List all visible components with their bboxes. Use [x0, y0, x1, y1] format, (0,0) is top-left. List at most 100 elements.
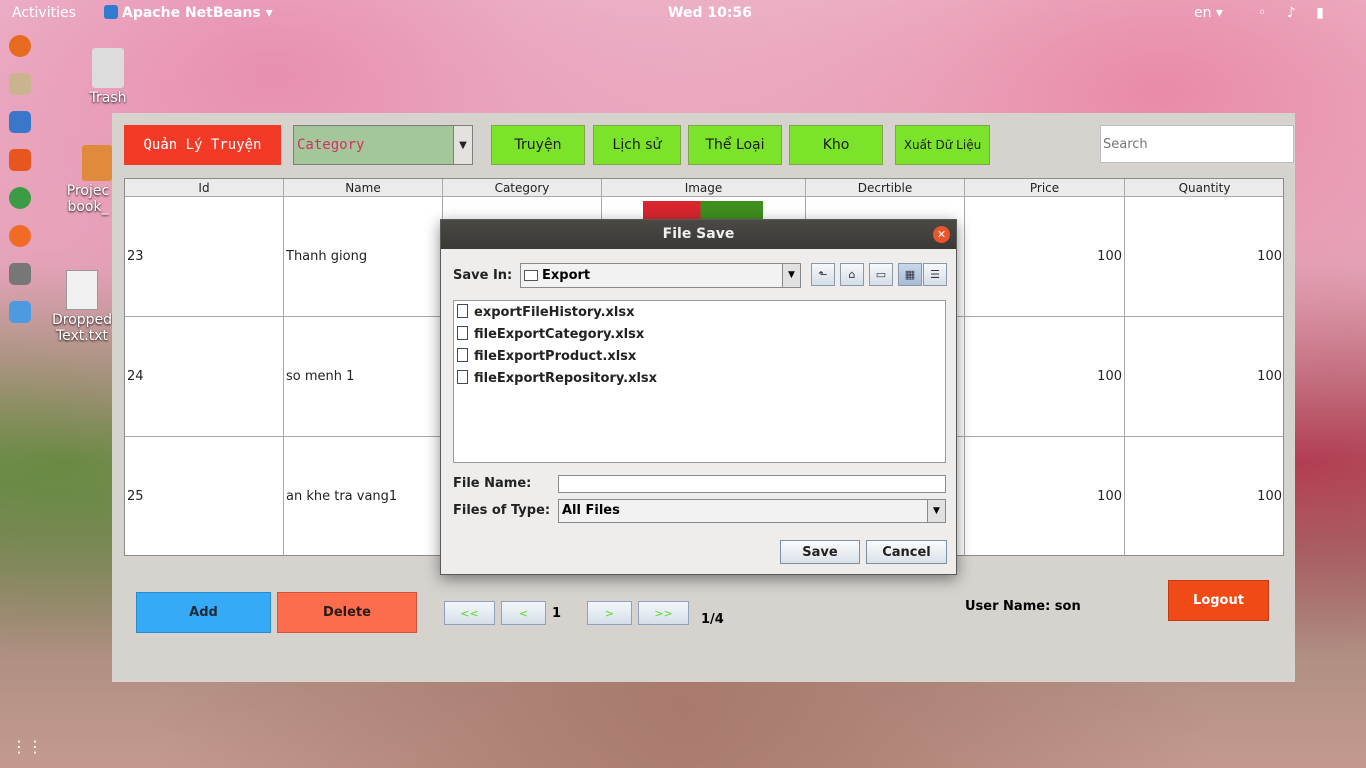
delete-button[interactable]: Delete	[277, 592, 417, 633]
netbeans-dock-icon[interactable]	[9, 301, 31, 323]
cell-id[interactable]: 23	[125, 197, 284, 317]
file-name: fileExportProduct.xlsx	[474, 349, 637, 364]
dialog-title[interactable]: File Save	[441, 220, 956, 249]
next-page-button[interactable]: >	[587, 601, 632, 625]
prev-page-button[interactable]: <	[501, 601, 546, 625]
history-button[interactable]: Lịch sử	[593, 125, 681, 165]
cell-quantity[interactable]: 100	[1125, 437, 1283, 555]
list-item[interactable]: fileExportRepository.xlsx	[457, 369, 657, 389]
cell-id[interactable]: 25	[125, 437, 284, 555]
file-name: exportFileHistory.xlsx	[474, 305, 635, 320]
screenshot-icon[interactable]	[9, 263, 31, 285]
app-menu[interactable]: Apache NetBeans ▾	[104, 5, 273, 21]
file-icon	[457, 348, 468, 362]
add-button[interactable]: Add	[136, 592, 271, 633]
comics-button[interactable]: Truyện	[491, 125, 585, 165]
file-icon	[457, 304, 468, 318]
trash-icon	[92, 48, 124, 88]
up-folder-icon[interactable]: ⬑	[811, 263, 835, 286]
list-item[interactable]: fileExportProduct.xlsx	[457, 347, 636, 367]
chevron-down-icon[interactable]: ▼	[782, 264, 800, 287]
chrome-icon[interactable]	[9, 187, 31, 209]
cell-price[interactable]: 100	[965, 197, 1125, 317]
file-name-label: File Name:	[453, 476, 532, 491]
cell-name[interactable]: an khe tra vang1	[284, 437, 443, 555]
trash-label: Trash	[89, 90, 127, 106]
system-tray[interactable]: ◦ ♪ ▮	[1258, 5, 1332, 21]
new-folder-icon[interactable]: ▭	[869, 263, 893, 286]
netbeans-icon	[104, 5, 118, 19]
trash-desktop-icon[interactable]: Trash	[84, 48, 132, 106]
text-file-icon	[66, 270, 98, 310]
folder-icon	[82, 145, 112, 181]
top-bar: Activities Apache NetBeans ▾ Wed 10:56 e…	[0, 0, 1366, 27]
files-of-type-value: All Files	[562, 503, 620, 518]
column-header-quantity[interactable]: Quantity	[1125, 179, 1283, 197]
firefox-icon[interactable]	[9, 35, 31, 57]
column-header-image[interactable]: Image	[602, 179, 806, 197]
cell-price[interactable]: 100	[965, 437, 1125, 555]
genre-button[interactable]: Thể Loại	[688, 125, 782, 165]
column-header-name[interactable]: Name	[284, 179, 443, 197]
logout-button[interactable]: Logout	[1168, 580, 1269, 621]
save-in-combobox[interactable]: Export ▼	[520, 263, 801, 288]
postman-icon[interactable]	[9, 225, 31, 247]
list-view-icon[interactable]: ▦	[898, 263, 922, 286]
comic-thumbnail	[643, 201, 763, 221]
list-item[interactable]: fileExportCategory.xlsx	[457, 325, 644, 345]
cell-price[interactable]: 100	[965, 317, 1125, 437]
activities-button[interactable]: Activities	[12, 5, 76, 21]
first-page-button[interactable]: <<	[444, 601, 495, 625]
chevron-down-icon[interactable]: ▼	[927, 500, 945, 522]
files-icon[interactable]	[9, 73, 31, 95]
file-name: fileExportCategory.xlsx	[474, 327, 645, 342]
project-desktop-icon[interactable]: Projec book_	[64, 145, 112, 215]
cell-id[interactable]: 24	[125, 317, 284, 437]
file-save-dialog: File Save ✕ Save In: Export ▼ ⬑ ⌂ ▭ ▦ ☰ …	[440, 219, 957, 575]
category-combobox[interactable]: Category ▼	[293, 125, 473, 165]
file-name-field[interactable]	[558, 475, 946, 493]
chevron-down-icon[interactable]: ▼	[453, 126, 472, 164]
files-of-type-label: Files of Type:	[453, 503, 551, 518]
column-header-price[interactable]: Price	[965, 179, 1125, 197]
project-label-2: book_	[67, 199, 109, 215]
page-total: 1/4	[701, 612, 724, 627]
writer-icon[interactable]	[9, 111, 31, 133]
column-header-id[interactable]: Id	[125, 179, 284, 197]
last-page-button[interactable]: >>	[638, 601, 689, 625]
cell-quantity[interactable]: 100	[1125, 197, 1283, 317]
cancel-button[interactable]: Cancel	[866, 540, 947, 564]
list-item[interactable]: exportFileHistory.xlsx	[457, 303, 635, 323]
cell-name[interactable]: so menh 1	[284, 317, 443, 437]
cell-name[interactable]: Thanh giong	[284, 197, 443, 317]
file-list[interactable]: exportFileHistory.xlsx fileExportCategor…	[453, 300, 946, 463]
column-header-category[interactable]: Category	[443, 179, 602, 197]
project-label-1: Projec	[66, 183, 110, 199]
home-icon[interactable]: ⌂	[840, 263, 864, 286]
show-apps-icon[interactable]: ⋮⋮	[11, 737, 43, 756]
save-in-label: Save In:	[453, 268, 513, 283]
save-button[interactable]: Save	[780, 540, 860, 564]
category-combobox-value: Category	[297, 137, 365, 153]
dropped-label-2: Text.txt	[55, 328, 109, 344]
column-header-description[interactable]: Decrtible	[806, 179, 965, 197]
search-input[interactable]	[1100, 125, 1294, 163]
files-of-type-combobox[interactable]: All Files ▼	[558, 499, 946, 523]
close-icon[interactable]: ✕	[933, 226, 950, 243]
cell-quantity[interactable]: 100	[1125, 317, 1283, 437]
file-icon	[457, 370, 468, 384]
manage-comics-button[interactable]: Quản Lý Truyện	[124, 125, 281, 165]
current-page: 1	[552, 606, 562, 621]
warehouse-button[interactable]: Kho	[789, 125, 883, 165]
dropped-text-desktop-icon[interactable]: Dropped Text.txt	[52, 270, 112, 344]
folder-icon	[524, 270, 538, 281]
clock[interactable]: Wed 10:56	[668, 5, 752, 21]
file-name: fileExportRepository.xlsx	[474, 371, 658, 386]
details-view-icon[interactable]: ☰	[923, 263, 947, 286]
software-center-icon[interactable]	[9, 149, 31, 171]
dropped-label-1: Dropped	[52, 312, 113, 328]
export-data-button[interactable]: Xuất Dữ Liệu	[895, 125, 990, 165]
user-name-label: User Name: son	[965, 599, 1081, 614]
app-menu-label: Apache NetBeans ▾	[122, 5, 273, 21]
language-indicator[interactable]: en ▾	[1194, 5, 1223, 21]
